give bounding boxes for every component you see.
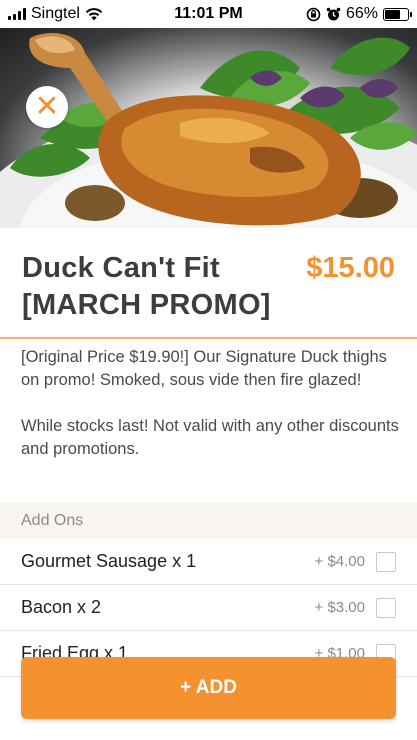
status-right: 66% xyxy=(306,5,412,23)
addon-checkbox[interactable] xyxy=(376,597,396,618)
addons-header: Add Ons xyxy=(0,503,417,539)
addon-row[interactable]: Gourmet Sausage x 1 + $4.00 xyxy=(0,539,417,585)
addon-name: Bacon x 2 xyxy=(21,597,102,617)
bottom-safe-area xyxy=(0,719,417,740)
addon-name: Gourmet Sausage x 1 xyxy=(21,551,197,571)
addon-price: + $4.00 xyxy=(314,553,365,570)
wifi-icon xyxy=(85,7,103,20)
battery-percent: 66% xyxy=(345,5,378,22)
description-paragraph: While stocks last! Not valid with any ot… xyxy=(21,417,399,458)
description-paragraph: [Original Price $19.90!] Our Signature D… xyxy=(21,348,387,389)
duck-photo xyxy=(0,33,417,228)
addon-checkbox[interactable] xyxy=(376,551,396,572)
add-to-cart-button[interactable]: + ADD xyxy=(21,657,396,719)
addon-price: + $3.00 xyxy=(314,599,365,616)
status-left: Singtel xyxy=(8,5,103,23)
item-name: Duck Can't Fit [MARCH PROMO] xyxy=(22,252,271,321)
hero-image: ✕ xyxy=(0,28,417,228)
item-description: [Original Price $19.90!] Our Signature D… xyxy=(21,346,401,484)
alarm-icon xyxy=(326,7,341,20)
addon-row[interactable]: Bacon x 2 + $3.00 xyxy=(0,585,417,631)
item-header: Duck Can't Fit [MARCH PROMO] $15.00 xyxy=(0,228,417,339)
orientation-lock-icon xyxy=(306,7,321,21)
item-price: $15.00 xyxy=(306,252,395,284)
battery-icon xyxy=(383,7,412,21)
close-icon[interactable]: ✕ xyxy=(34,92,59,122)
carrier-label: Singtel xyxy=(31,5,80,22)
clock: 11:01 PM xyxy=(174,5,243,22)
close-button[interactable]: ✕ xyxy=(26,86,68,128)
signal-icon xyxy=(8,8,26,20)
status-bar: Singtel 11:01 PM 66% xyxy=(0,0,417,28)
